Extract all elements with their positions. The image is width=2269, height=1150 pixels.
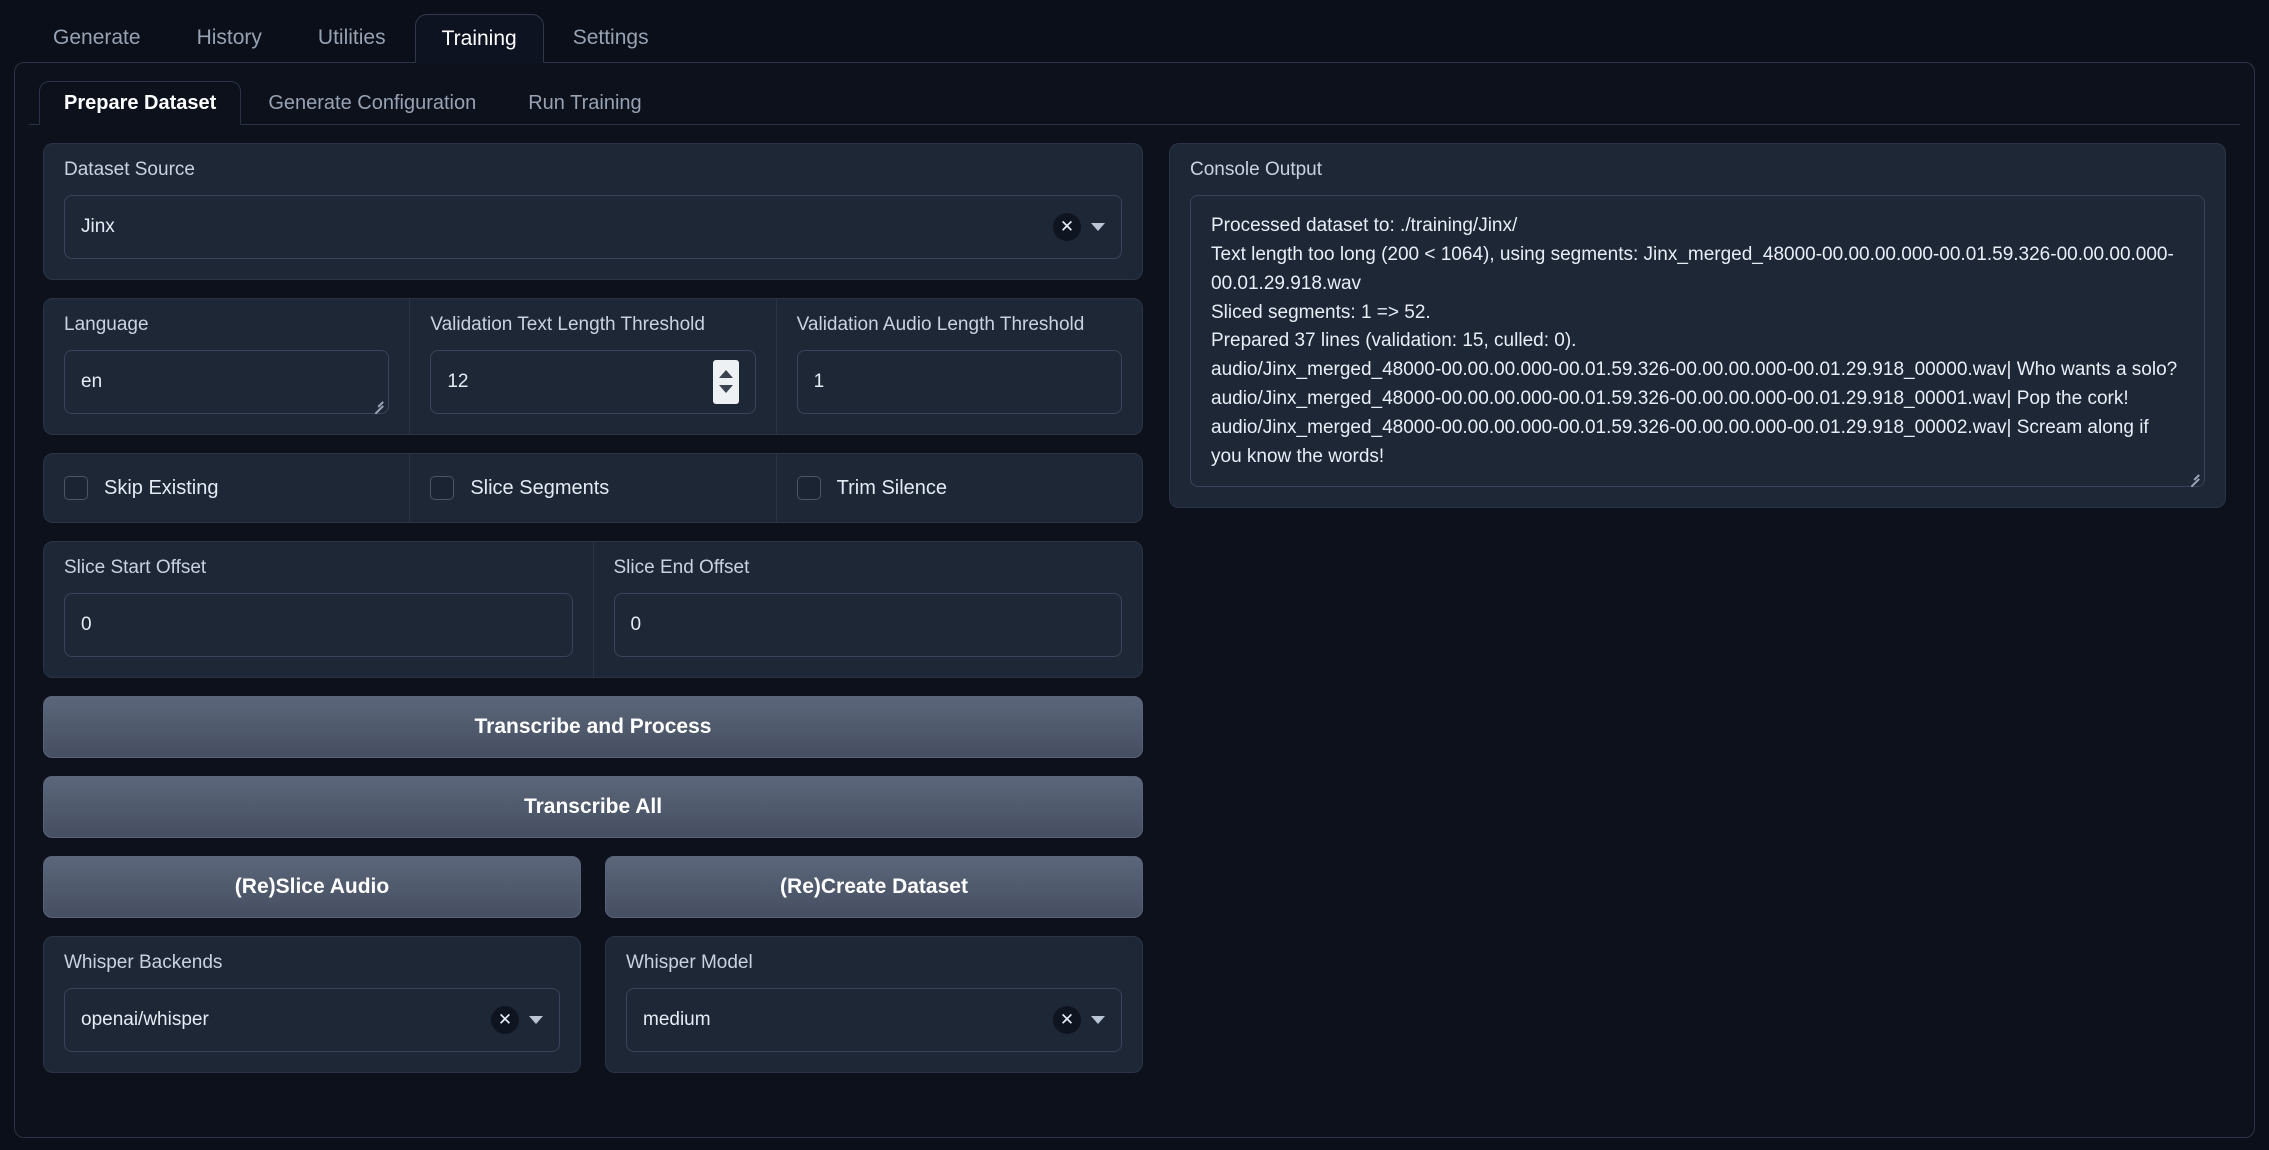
dataset-source-dropdown[interactable]: Jinx ✕ bbox=[64, 194, 1122, 259]
trim-silence-label: Trim Silence bbox=[836, 476, 948, 499]
whisper-model-group: Whisper Model medium ✕ bbox=[605, 935, 1143, 1073]
trim-silence-cell[interactable]: Trim Silence bbox=[775, 453, 1142, 522]
whisper-model-value: medium bbox=[643, 1008, 711, 1030]
app-root: Generate History Utilities Training Sett… bbox=[0, 0, 2269, 1150]
validation-audio-length-label: Validation Audio Length Threshold bbox=[796, 313, 1085, 335]
whisper-group-row: Whisper Backends openai/whisper ✕ Whispe… bbox=[43, 935, 1143, 1073]
training-tab-bar: Prepare Dataset Generate Configuration R… bbox=[29, 73, 2240, 125]
validation-audio-length-value: 1 bbox=[813, 370, 825, 392]
chevron-down-icon[interactable] bbox=[1091, 222, 1105, 231]
language-input[interactable]: en bbox=[64, 349, 390, 415]
tab-generate[interactable]: Generate bbox=[26, 13, 168, 62]
skip-existing-label: Skip Existing bbox=[104, 476, 219, 499]
slice-segments-cell[interactable]: Slice Segments bbox=[409, 453, 775, 522]
close-icon[interactable]: ✕ bbox=[491, 1005, 519, 1034]
slice-end-offset-input[interactable]: 0 bbox=[613, 592, 1122, 657]
close-icon[interactable]: ✕ bbox=[1053, 1005, 1081, 1034]
console-output-textarea[interactable]: Processed dataset to: ./training/Jinx/ T… bbox=[1190, 194, 2205, 488]
console-line: Processed dataset to: ./training/Jinx/ bbox=[1211, 214, 1518, 236]
console-line: Prepared 37 lines (validation: 15, culle… bbox=[1211, 330, 1577, 352]
whisper-model-dropdown[interactable]: medium ✕ bbox=[626, 987, 1122, 1052]
dataset-source-label: Dataset Source bbox=[64, 159, 195, 180]
slice-segments-label: Slice Segments bbox=[470, 476, 610, 499]
validation-text-length-cell: Validation Text Length Threshold 12 bbox=[409, 298, 775, 434]
right-column: Console Output Processed dataset to: ./t… bbox=[1169, 143, 2226, 1123]
validation-text-length-label: Validation Text Length Threshold bbox=[430, 313, 705, 335]
prepare-dataset-body: Dataset Source Jinx ✕ Language en Valida… bbox=[29, 125, 2240, 1123]
console-line: Text length too long (200 < 1064), using… bbox=[1211, 243, 2174, 294]
skip-existing-cell[interactable]: Skip Existing bbox=[44, 454, 409, 522]
tab-history[interactable]: History bbox=[170, 13, 289, 62]
console-output-group: Console Output Processed dataset to: ./t… bbox=[1169, 143, 2226, 508]
slice-offsets-group: Slice Start Offset 0 Slice End Offset 0 bbox=[43, 540, 1143, 678]
validation-text-length-input[interactable]: 12 bbox=[430, 349, 756, 414]
resize-handle-icon bbox=[2186, 469, 2200, 488]
tab-training[interactable]: Training bbox=[414, 14, 544, 63]
dataset-source-group: Dataset Source Jinx ✕ bbox=[43, 143, 1143, 280]
slice-start-offset-label: Slice Start Offset bbox=[64, 556, 207, 578]
language-value: en bbox=[81, 370, 103, 392]
slice-end-offset-cell: Slice End Offset 0 bbox=[592, 541, 1143, 677]
tab-settings[interactable]: Settings bbox=[546, 13, 676, 62]
whisper-model-label: Whisper Model bbox=[626, 951, 753, 973]
main-tab-bar: Generate History Utilities Training Sett… bbox=[14, 0, 2255, 63]
resize-handle-icon bbox=[370, 396, 384, 415]
language-cell: Language en bbox=[44, 299, 409, 434]
chevron-down-icon[interactable] bbox=[529, 1015, 543, 1024]
close-icon[interactable]: ✕ bbox=[1053, 212, 1081, 241]
slice-start-offset-cell: Slice Start Offset 0 bbox=[44, 542, 593, 677]
whisper-backends-label: Whisper Backends bbox=[64, 951, 223, 973]
console-line: audio/Jinx_merged_48000-00.00.00.000-00.… bbox=[1211, 388, 2129, 410]
console-output-label: Console Output bbox=[1190, 159, 1323, 180]
whisper-backends-dropdown[interactable]: openai/whisper ✕ bbox=[64, 987, 560, 1052]
validation-text-length-value: 12 bbox=[447, 370, 469, 392]
dataset-source-value: Jinx bbox=[81, 215, 115, 237]
reslice-audio-button[interactable]: (Re)Slice Audio bbox=[43, 855, 581, 918]
slice-end-offset-value: 0 bbox=[630, 613, 642, 635]
tab-generate-configuration[interactable]: Generate Configuration bbox=[243, 81, 501, 125]
console-line: audio/Jinx_merged_48000-00.00.00.000-00.… bbox=[1211, 417, 2149, 467]
transcribe-and-process-button[interactable]: Transcribe and Process bbox=[43, 695, 1143, 758]
slice-start-offset-input[interactable]: 0 bbox=[64, 592, 573, 657]
slice-start-offset-value: 0 bbox=[81, 613, 92, 635]
console-line: audio/Jinx_merged_48000-00.00.00.000-00.… bbox=[1211, 359, 2178, 381]
validation-audio-length-cell: Validation Audio Length Threshold 1 bbox=[775, 298, 1142, 434]
validation-audio-length-input[interactable]: 1 bbox=[796, 349, 1122, 414]
tab-utilities[interactable]: Utilities bbox=[291, 13, 413, 62]
slice-segments-checkbox[interactable] bbox=[430, 475, 455, 500]
transcribe-all-button[interactable]: Transcribe All bbox=[43, 775, 1143, 838]
recreate-dataset-button[interactable]: (Re)Create Dataset bbox=[605, 855, 1143, 918]
trim-silence-checkbox[interactable] bbox=[796, 475, 821, 500]
tab-run-training[interactable]: Run Training bbox=[503, 81, 666, 125]
number-stepper-icon[interactable] bbox=[712, 359, 739, 404]
options-group: Skip Existing Slice Segments Trim Silenc… bbox=[43, 452, 1143, 523]
language-label: Language bbox=[64, 313, 149, 335]
console-line: Sliced segments: 1 => 52. bbox=[1211, 301, 1431, 323]
whisper-backends-value: openai/whisper bbox=[81, 1008, 209, 1030]
skip-existing-checkbox[interactable] bbox=[64, 475, 88, 500]
tab-prepare-dataset[interactable]: Prepare Dataset bbox=[39, 81, 242, 125]
training-panel: Prepare Dataset Generate Configuration R… bbox=[14, 62, 2255, 1138]
slice-end-offset-label: Slice End Offset bbox=[613, 556, 750, 578]
left-column: Dataset Source Jinx ✕ Language en Valida… bbox=[43, 143, 1143, 1123]
slice-dataset-button-row: (Re)Slice Audio (Re)Create Dataset bbox=[43, 855, 1143, 918]
chevron-down-icon[interactable] bbox=[1091, 1015, 1105, 1024]
whisper-backends-group: Whisper Backends openai/whisper ✕ bbox=[43, 935, 581, 1073]
validation-params-group: Language en Validation Text Length Thres… bbox=[43, 297, 1143, 435]
